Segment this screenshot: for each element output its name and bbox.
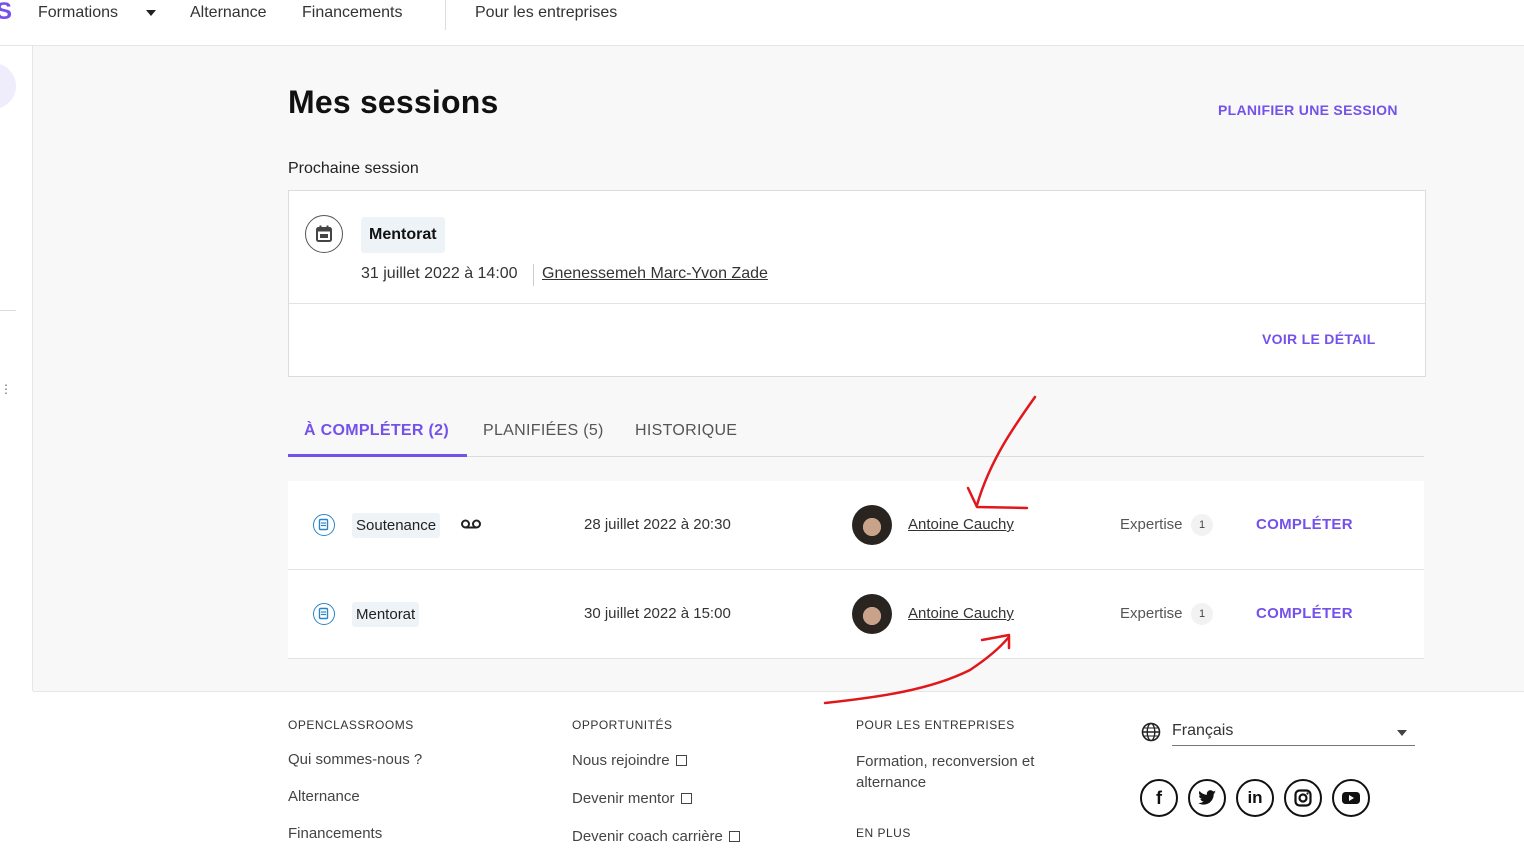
session-date: 30 juillet 2022 à 15:00 xyxy=(584,605,731,622)
active-tab-indicator xyxy=(288,454,467,457)
avatar xyxy=(852,505,892,545)
footer-link-alternance[interactable]: Alternance xyxy=(288,788,360,805)
footer-link-label: Devenir coach carrière xyxy=(572,828,723,845)
next-session-date: 31 juillet 2022 à 14:00 xyxy=(361,265,518,282)
tab-a-completer[interactable]: À COMPLÉTER (2) xyxy=(304,422,449,440)
session-form-icon xyxy=(313,514,335,536)
student-name-link[interactable]: Antoine Cauchy xyxy=(908,605,1014,622)
tab-planifiees[interactable]: PLANIFIÉES (5) xyxy=(483,422,604,440)
footer-link-qui-sommes-nous[interactable]: Qui sommes-nous ? xyxy=(288,751,422,768)
session-type-badge: Mentorat xyxy=(352,602,420,627)
level-label: Expertise xyxy=(1120,516,1183,533)
nav-formations[interactable]: Formations xyxy=(38,4,118,22)
sidebar xyxy=(0,46,33,691)
complete-button[interactable]: COMPLÉTER xyxy=(1256,605,1353,622)
footer xyxy=(33,691,1524,851)
twitter-icon[interactable] xyxy=(1188,779,1226,817)
mentor-name-link[interactable]: Gnenessemeh Marc-Yvon Zade xyxy=(542,265,768,283)
chevron-down-icon[interactable] xyxy=(146,10,156,16)
complete-button[interactable]: COMPLÉTER xyxy=(1256,516,1353,533)
external-link-icon xyxy=(680,793,692,804)
plan-session-button[interactable]: PLANIFIER UNE SESSION xyxy=(1218,102,1398,118)
footer-heading-openclassrooms: OPENCLASSROOMS xyxy=(288,718,414,732)
logo[interactable]: S xyxy=(0,0,12,26)
facebook-icon[interactable]: f xyxy=(1140,779,1178,817)
instagram-icon[interactable] xyxy=(1284,779,1322,817)
youtube-icon[interactable] xyxy=(1332,779,1370,817)
globe-icon xyxy=(1141,722,1161,747)
page-title: Mes sessions xyxy=(288,84,499,120)
chevron-down-icon[interactable] xyxy=(1397,730,1407,736)
footer-heading-opportunites: OPPORTUNITÉS xyxy=(572,718,673,732)
next-session-card xyxy=(288,190,1426,377)
meta-divider xyxy=(533,264,534,286)
footer-link-label: Devenir mentor xyxy=(572,790,675,807)
footer-heading-en-plus: EN PLUS xyxy=(856,826,911,840)
footer-link-nous-rejoindre[interactable]: Nous rejoindre xyxy=(572,752,687,769)
footer-link-devenir-mentor[interactable]: Devenir mentor xyxy=(572,790,692,807)
footer-link-devenir-coach[interactable]: Devenir coach carrière xyxy=(572,828,740,845)
nav-divider xyxy=(445,0,446,30)
session-date: 28 juillet 2022 à 20:30 xyxy=(584,516,731,533)
nav-pour-les-entreprises[interactable]: Pour les entreprises xyxy=(475,4,617,22)
student-name-link[interactable]: Antoine Cauchy xyxy=(908,516,1014,533)
more-icon[interactable]: ⋮ xyxy=(0,382,12,396)
voicemail-icon xyxy=(460,517,482,536)
card-divider xyxy=(289,303,1425,304)
linkedin-icon[interactable]: in xyxy=(1236,779,1274,817)
next-session-label: Prochaine session xyxy=(288,160,419,177)
nav-financements[interactable]: Financements xyxy=(302,4,403,22)
row-divider xyxy=(288,658,1424,659)
sidebar-divider xyxy=(0,310,16,311)
language-select[interactable]: Français xyxy=(1172,722,1233,740)
external-link-icon xyxy=(728,831,740,842)
external-link-icon xyxy=(675,755,687,766)
tab-historique[interactable]: HISTORIQUE xyxy=(635,422,737,440)
footer-link-formation[interactable]: Formation, reconversion et alternance xyxy=(856,751,1056,793)
level-count-badge: 1 xyxy=(1191,514,1213,536)
level-label: Expertise xyxy=(1120,605,1183,622)
session-type-badge: Soutenance xyxy=(352,513,441,538)
session-form-icon xyxy=(313,603,335,625)
footer-heading-entreprises: POUR LES ENTREPRISES xyxy=(856,718,1015,732)
avatar xyxy=(852,594,892,634)
session-type-badge: Mentorat xyxy=(361,217,445,253)
footer-link-financements[interactable]: Financements xyxy=(288,825,382,842)
calendar-icon xyxy=(305,215,343,253)
language-select-underline xyxy=(1172,745,1415,746)
footer-link-label: Nous rejoindre xyxy=(572,752,670,769)
level-count-badge: 1 xyxy=(1191,603,1213,625)
view-detail-button[interactable]: VOIR LE DÉTAIL xyxy=(1262,331,1376,347)
nav-alternance[interactable]: Alternance xyxy=(190,4,267,22)
